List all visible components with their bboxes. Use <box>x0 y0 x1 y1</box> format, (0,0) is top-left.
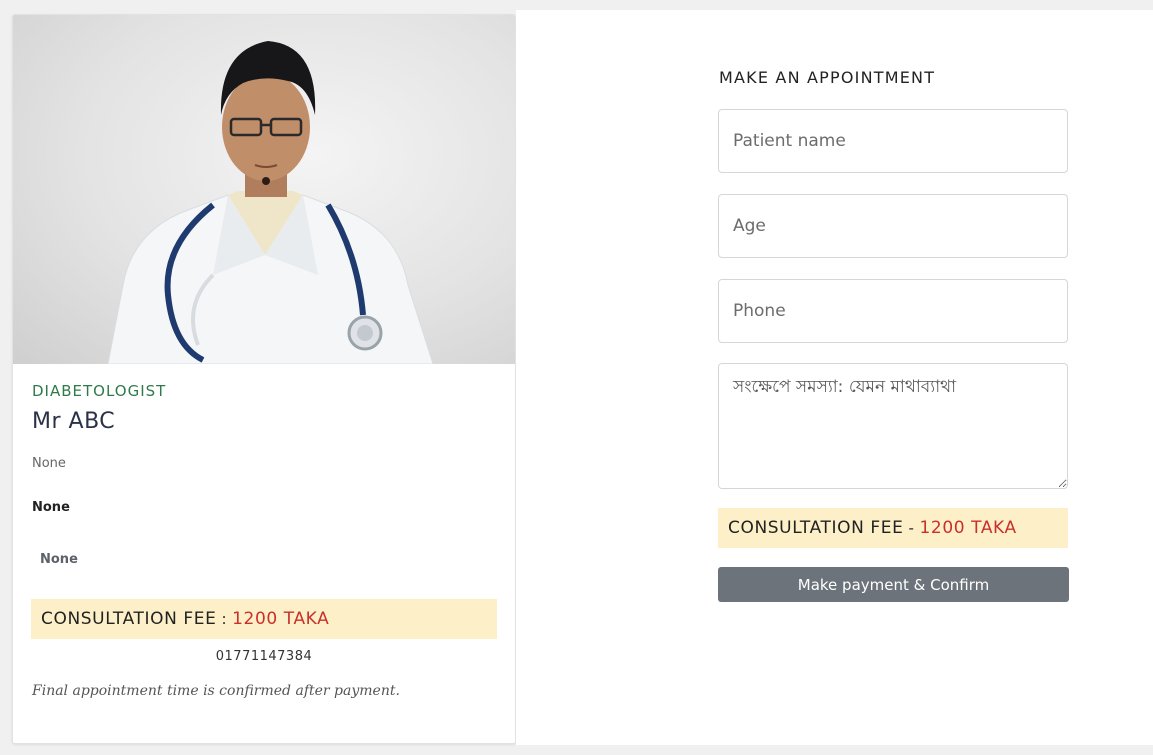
page: DIABETOLOGIST Mr ABC None None None CONS… <box>0 0 1153 755</box>
fee-separator: : <box>221 610 228 628</box>
problem-textarea[interactable] <box>718 363 1068 489</box>
form-fee-box: CONSULTATION FEE - 1200 TAKA <box>718 508 1068 548</box>
doctor-specialty: DIABETOLOGIST <box>32 382 167 400</box>
consultation-fee-box: CONSULTATION FEE : 1200 TAKA <box>31 599 497 639</box>
phone-input[interactable] <box>718 279 1068 343</box>
doctor-photo <box>13 15 515 364</box>
doctor-name: Mr ABC <box>32 409 116 434</box>
patient-name-input[interactable] <box>718 109 1068 173</box>
age-input[interactable] <box>718 194 1068 258</box>
appointment-panel: MAKE AN APPOINTMENT CONSULTATION FEE - 1… <box>516 10 1153 745</box>
form-title: MAKE AN APPOINTMENT <box>719 68 936 87</box>
doctor-phone: 01771147384 <box>215 649 313 664</box>
payment-note: Final appointment time is confirmed afte… <box>32 683 400 699</box>
form-fee-label: CONSULTATION FEE <box>728 518 904 538</box>
doctor-info-line1: None <box>32 456 66 471</box>
form-fee-separator: - <box>908 519 915 537</box>
form-fee-amount: 1200 TAKA <box>919 518 1017 538</box>
make-payment-button[interactable]: Make payment & Confirm <box>718 567 1069 602</box>
fee-amount: 1200 TAKA <box>232 609 330 629</box>
doctor-illustration <box>107 41 434 364</box>
fee-label: CONSULTATION FEE <box>41 609 217 629</box>
doctor-info-line3: None <box>40 552 78 567</box>
doctor-info-line2: None <box>32 500 70 515</box>
doctor-card: DIABETOLOGIST Mr ABC None None None CONS… <box>12 14 516 744</box>
